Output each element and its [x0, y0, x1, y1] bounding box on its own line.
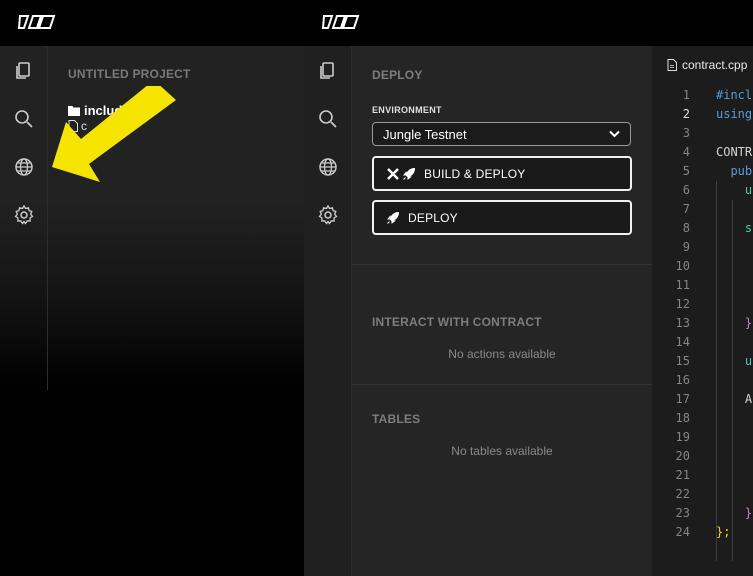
line-number: 21	[675, 468, 690, 482]
tab-label: contract.cpp	[682, 58, 748, 72]
rocket-icon	[402, 167, 416, 180]
right-panel: DEPLOY ENVIRONMENT Jungle Testnet BUILD …	[304, 0, 753, 576]
line-number: 8	[682, 221, 690, 235]
code-line: A	[716, 392, 753, 406]
interact-title: INTERACT WITH CONTRACT	[372, 315, 542, 329]
right-activity-rail	[304, 46, 352, 576]
code-line: }	[716, 506, 753, 520]
files-icon[interactable]	[12, 59, 36, 83]
gear-icon[interactable]	[316, 203, 340, 227]
file-icon	[667, 59, 677, 71]
line-number: 19	[675, 430, 690, 444]
line-number: 9	[682, 240, 690, 254]
globe-icon[interactable]	[316, 155, 340, 179]
deploy-panel: DEPLOY ENVIRONMENT Jungle Testnet BUILD …	[352, 46, 652, 576]
code-line: using	[716, 107, 753, 121]
code-line: #incl	[716, 88, 753, 102]
tables-title: TABLES	[372, 412, 421, 426]
build-deploy-button[interactable]: BUILD & DEPLOY	[372, 156, 632, 191]
code-line: }	[716, 316, 753, 330]
section-divider	[352, 264, 652, 265]
search-icon[interactable]	[316, 107, 340, 131]
code-line: u	[716, 354, 753, 368]
environment-select[interactable]: Jungle Testnet	[372, 122, 631, 146]
right-topbar	[304, 0, 753, 46]
gear-icon[interactable]	[12, 203, 36, 227]
line-number: 12	[675, 297, 690, 311]
logo-icon	[322, 15, 360, 29]
tools-icon	[387, 167, 399, 180]
line-number: 20	[675, 449, 690, 463]
line-number: 7	[682, 202, 690, 216]
line-number: 4	[682, 145, 690, 159]
line-number: 24	[675, 525, 690, 539]
tab-contract-cpp[interactable]: contract.cpp	[667, 58, 747, 72]
line-number: 16	[675, 373, 690, 387]
line-number: 18	[675, 411, 690, 425]
code-line: CONTR	[716, 145, 753, 159]
rocket-icon	[386, 211, 400, 224]
logo-icon	[18, 15, 56, 29]
chevron-down-icon	[609, 130, 620, 138]
line-number: 11	[675, 278, 690, 292]
code-line: };	[716, 525, 731, 539]
section-divider	[352, 384, 652, 385]
code-line: s	[716, 221, 753, 235]
line-number: 22	[675, 487, 690, 501]
deploy-label: DEPLOY	[408, 210, 458, 225]
line-number-gutter: 1 2 3 4 5 6 7 8 9 10 11 12 13 14 15 16 17 18 19 20 21 22 23 24	[652, 86, 690, 542]
line-number: 17	[675, 392, 690, 406]
environment-value: Jungle Testnet	[383, 126, 467, 142]
left-topbar	[0, 0, 304, 46]
line-number: 1	[682, 88, 690, 102]
environment-label: ENVIRONMENT	[372, 105, 442, 115]
line-number: 14	[675, 335, 690, 349]
no-actions-message: No actions available	[448, 347, 556, 361]
no-tables-message: No tables available	[451, 444, 553, 458]
line-number: 2	[682, 107, 690, 121]
deploy-button[interactable]: DEPLOY	[372, 200, 632, 235]
build-deploy-label: BUILD & DEPLOY	[424, 166, 526, 181]
left-panel: UNTITLED PROJECT includ c	[0, 0, 304, 576]
line-number: 13	[675, 316, 690, 330]
line-number: 3	[682, 126, 690, 140]
line-number: 10	[675, 259, 690, 273]
project-title: UNTITLED PROJECT	[68, 67, 191, 81]
deploy-title: DEPLOY	[372, 68, 423, 82]
code-editor[interactable]: contract.cpp 1 2 3 4 5 6 7 8 9 10 11 12 13 14 15 16 17 18…	[652, 46, 753, 576]
code-lines: #incl using CONTR pub u s } u A }};	[716, 86, 753, 542]
line-number: 5	[682, 164, 690, 178]
line-number: 6	[682, 183, 690, 197]
line-number: 23	[675, 506, 690, 520]
code-line: u	[716, 183, 753, 197]
arrow-pointer	[52, 86, 176, 182]
line-number: 15	[675, 354, 690, 368]
code-line: pub	[716, 164, 753, 178]
files-icon[interactable]	[316, 59, 340, 83]
